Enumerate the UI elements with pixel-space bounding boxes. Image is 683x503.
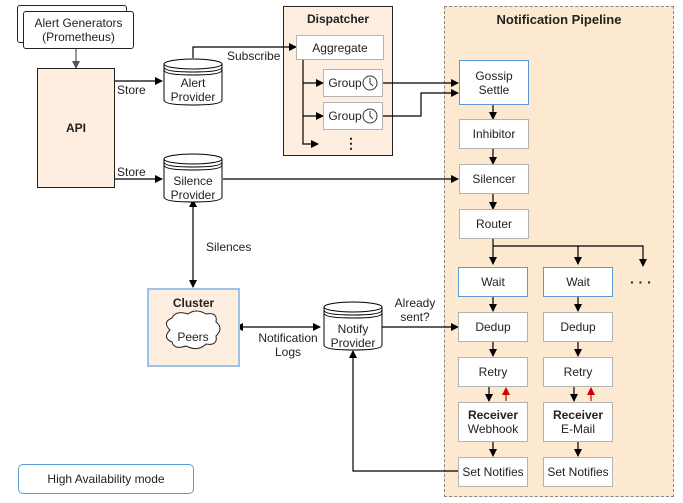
- notification-logs-line2: Logs: [274, 345, 302, 359]
- pipeline-more-ellipsis: · · ·: [630, 274, 652, 290]
- receiver-type: Webhook: [467, 422, 519, 436]
- receiver-box-email: Receiver E-Mail: [543, 402, 613, 442]
- gossip-line1: Gossip: [475, 68, 513, 83]
- aggregate-box: Aggregate: [296, 35, 384, 60]
- wait-label: Wait: [481, 275, 505, 289]
- receiver-title: Receiver: [552, 408, 604, 422]
- store-label-silence: Store: [117, 165, 146, 179]
- notify-provider-label: Notify Provider: [324, 322, 382, 350]
- wait-box-email: Wait: [543, 267, 613, 297]
- already-sent-line2: sent?: [400, 310, 430, 324]
- alert-provider-line1: Alert: [180, 76, 206, 90]
- dedup-box-webhook: Dedup: [458, 312, 528, 342]
- arrow-set-notifies-to-notify: [349, 350, 458, 472]
- notification-logs-label: Notification Logs: [255, 331, 321, 359]
- wait-label: Wait: [566, 275, 590, 289]
- router-label: Router: [475, 217, 513, 231]
- wait-box-webhook: Wait: [458, 267, 528, 297]
- alert-generators-box: Alert Generators (Prometheus): [23, 11, 134, 49]
- store-label-alert: Store: [117, 83, 146, 97]
- set-notifies-label: Set Notifies: [462, 465, 524, 479]
- receiver-title: Receiver: [467, 408, 519, 422]
- inhibitor-label: Inhibitor: [472, 127, 516, 141]
- silences-label: Silences: [206, 240, 252, 254]
- group-box-1: Group: [323, 69, 383, 97]
- router-box: Router: [459, 209, 529, 239]
- api-box: API: [37, 68, 115, 188]
- subscribe-label: Subscribe: [227, 49, 281, 63]
- group-label: Group: [328, 76, 362, 90]
- gossip-settle-box: Gossip Settle: [459, 60, 529, 105]
- notify-provider-line1: Notify: [337, 322, 369, 336]
- retry-box-webhook: Retry: [458, 357, 528, 387]
- inhibitor-box: Inhibitor: [459, 119, 529, 149]
- legend-label: High Availability mode: [47, 472, 165, 486]
- silence-provider-line2: Provider: [170, 188, 216, 202]
- set-notifies-label: Set Notifies: [547, 465, 609, 479]
- silencer-box: Silencer: [459, 164, 529, 194]
- cluster-title: Cluster: [172, 296, 215, 310]
- legend-high-availability: High Availability mode: [18, 464, 194, 494]
- dedup-label: Dedup: [560, 320, 596, 334]
- clock-icon: [362, 108, 378, 124]
- retry-label: Retry: [563, 365, 593, 379]
- notification-logs-line1: Notification: [258, 331, 318, 345]
- group-box-2: Group: [323, 102, 383, 130]
- already-sent-label: Already sent?: [392, 296, 438, 324]
- clock-icon: [362, 75, 378, 91]
- notify-provider-line2: Provider: [330, 336, 376, 350]
- gossip-line2: Settle: [478, 82, 510, 97]
- retry-label: Retry: [478, 365, 508, 379]
- retry-box-email: Retry: [543, 357, 613, 387]
- dispatcher-more-ellipsis: ⋮: [344, 135, 358, 151]
- api-label: API: [65, 121, 86, 135]
- receiver-box-webhook: Receiver Webhook: [458, 402, 528, 442]
- alert-provider-label: Alert Provider: [164, 76, 222, 104]
- set-notifies-box-email: Set Notifies: [543, 457, 613, 487]
- group-label: Group: [328, 109, 362, 123]
- arrow-group2-to-gossip: [383, 89, 459, 117]
- silencer-label: Silencer: [472, 172, 516, 186]
- peers-label: Peers: [177, 330, 209, 344]
- silence-provider-label: Silence Provider: [164, 174, 222, 202]
- receiver-type: E-Mail: [560, 422, 595, 436]
- silence-provider-line1: Silence: [173, 174, 213, 188]
- alert-generators-line1: Alert Generators: [34, 16, 123, 30]
- dispatcher-branch-line: [302, 60, 319, 148]
- alert-generators-line2: (Prometheus): [42, 30, 115, 44]
- dedup-box-email: Dedup: [543, 312, 613, 342]
- already-sent-line1: Already: [394, 296, 436, 310]
- alert-provider-line2: Provider: [170, 90, 216, 104]
- set-notifies-box-webhook: Set Notifies: [458, 457, 528, 487]
- dedup-label: Dedup: [475, 320, 511, 334]
- aggregate-label: Aggregate: [312, 40, 368, 55]
